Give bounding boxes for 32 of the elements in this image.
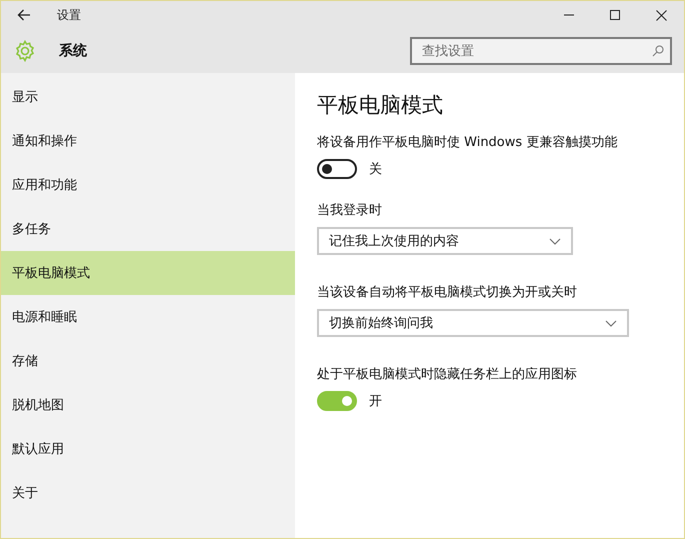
dropdown[interactable]: 记住我上次使用的内容 <box>317 227 573 255</box>
sidebar-item[interactable]: 显示 <box>1 75 295 119</box>
sidebar-item[interactable]: 平板电脑模式 <box>1 251 295 295</box>
sidebar-item[interactable]: 应用和功能 <box>1 163 295 207</box>
toggle-switch[interactable] <box>317 391 357 411</box>
setting-label: 将设备用作平板电脑时使 Windows 更兼容触摸功能 <box>317 134 618 151</box>
minimize-icon <box>564 14 574 16</box>
sidebar-item[interactable]: 关于 <box>1 471 295 515</box>
dropdown[interactable]: 切换前始终询问我 <box>317 309 629 337</box>
window-title: 设置 <box>57 6 82 24</box>
search-field[interactable]: 查找设置 <box>410 37 672 65</box>
maximize-icon <box>610 10 620 20</box>
sidebar-item[interactable]: 存储 <box>1 339 295 383</box>
setting-label: 当我登录时 <box>317 202 383 219</box>
search-icon <box>652 45 664 57</box>
sidebar-item[interactable]: 脱机地图 <box>1 383 295 427</box>
setting-label: 处于平板电脑模式时隐藏任务栏上的应用图标 <box>317 366 578 383</box>
toggle-switch[interactable] <box>317 159 357 179</box>
toggle-state-label: 关 <box>369 161 382 178</box>
gear-icon <box>13 39 37 63</box>
chevron-down-icon <box>605 320 617 326</box>
setting-label: 当该设备自动将平板电脑模式切换为开或关时 <box>317 284 578 301</box>
sidebar-item[interactable]: 通知和操作 <box>1 119 295 163</box>
close-icon <box>656 10 666 20</box>
sidebar-item[interactable]: 默认应用 <box>1 427 295 471</box>
sidebar-item[interactable]: 电源和睡眠 <box>1 295 295 339</box>
toggle-state-label: 开 <box>369 393 382 410</box>
section-title: 系统 <box>59 42 88 60</box>
chevron-down-icon <box>549 238 561 244</box>
page-heading: 平板电脑模式 <box>317 92 444 119</box>
back-arrow-icon <box>17 9 31 21</box>
sidebar-item[interactable]: 多任务 <box>1 207 295 251</box>
